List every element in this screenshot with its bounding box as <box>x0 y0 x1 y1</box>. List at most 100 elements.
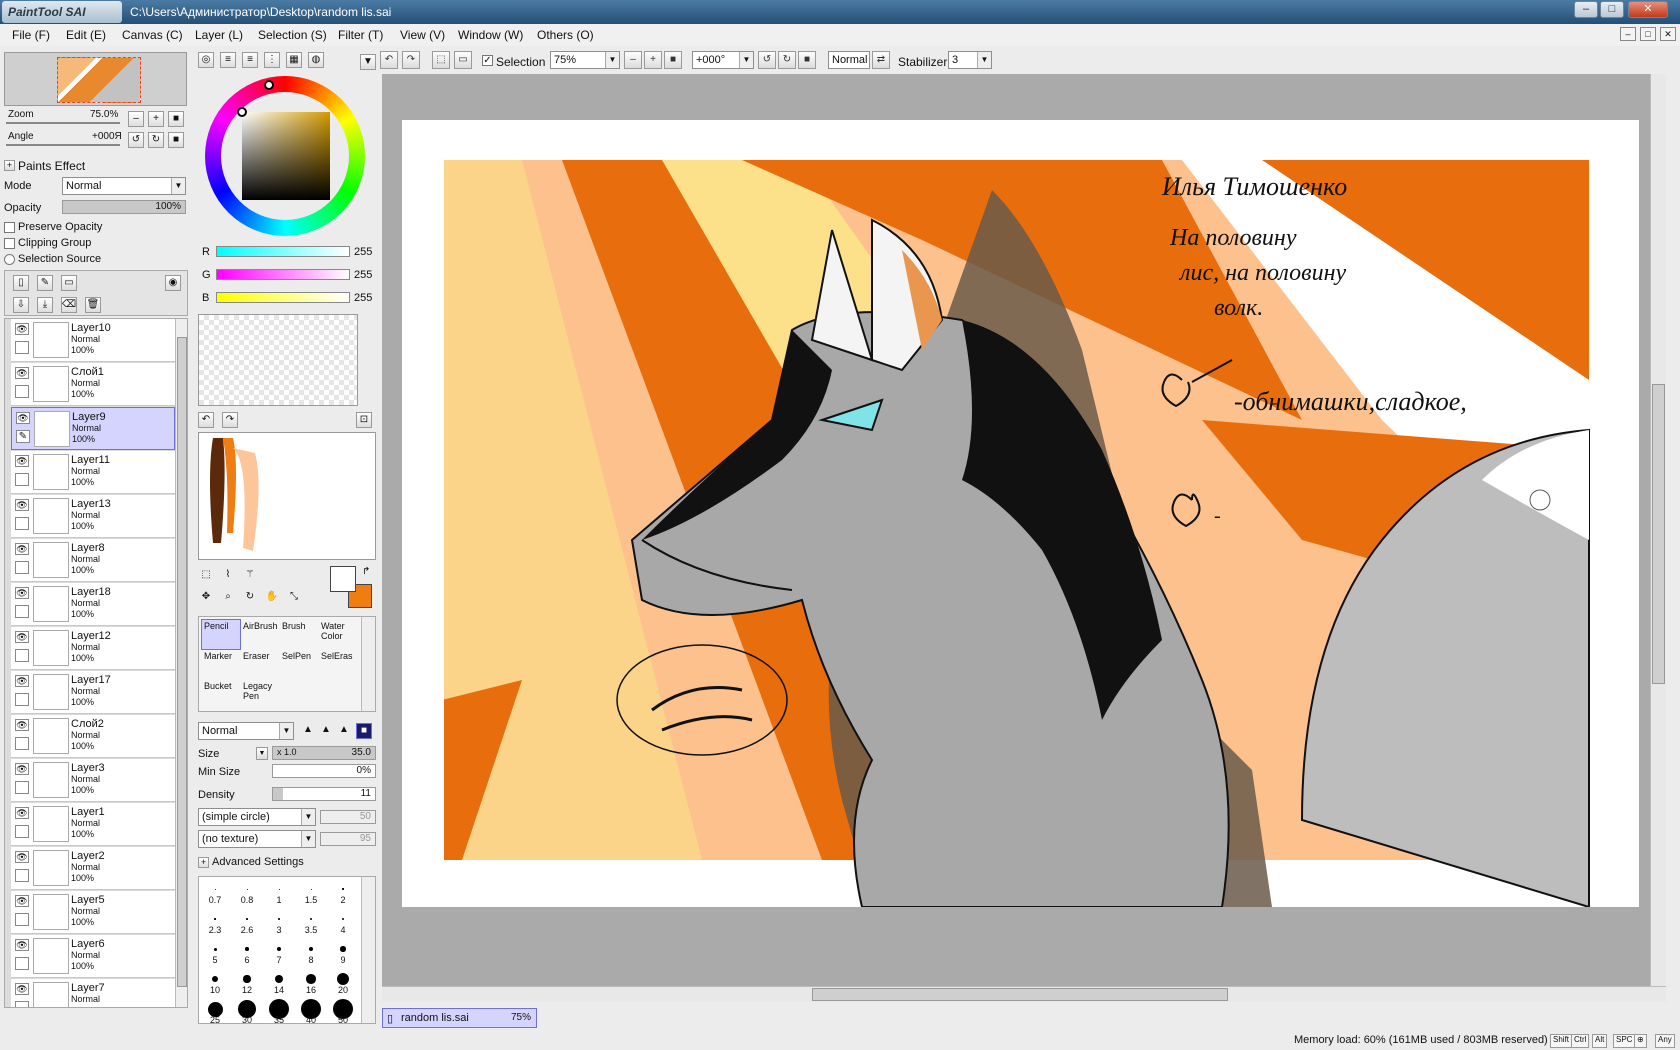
layer-mask-icon[interactable]: ◉ <box>165 275 181 291</box>
tool-eraser[interactable]: Eraser <box>240 649 280 680</box>
g-slider[interactable] <box>216 269 350 280</box>
layer-row[interactable]: 👁 Layer8 Normal 100% <box>11 539 175 582</box>
layer-lock-checkbox[interactable] <box>15 385 29 398</box>
new-folder-icon[interactable]: ▭ <box>61 275 77 291</box>
layer-row[interactable]: 👁 Layer6 Normal 100% <box>11 935 175 978</box>
brush-texture-select[interactable]: (no texture) ▼ <box>198 830 316 848</box>
vertical-scroll-thumb[interactable] <box>1652 384 1665 684</box>
layer-row[interactable]: 👁 Layer13 Normal 100% <box>11 495 175 538</box>
layer-row[interactable]: 👁 Layer18 Normal 100% <box>11 583 175 626</box>
eye-icon[interactable]: 👁 <box>15 939 29 951</box>
eye-icon[interactable]: 👁 <box>15 543 29 555</box>
zoom-in-button[interactable]: + <box>644 51 662 69</box>
brush-size-preset[interactable]: 2.6 <box>231 907 263 937</box>
angle-slider[interactable] <box>6 144 120 146</box>
brush-size-preset[interactable]: 14 <box>263 967 295 997</box>
hand-icon[interactable]: ✋ <box>264 590 280 606</box>
horizontal-scroll-thumb[interactable] <box>812 988 1228 1001</box>
tip-shape-4-icon[interactable]: ■ <box>356 723 372 739</box>
grid-tab[interactable]: ▦ <box>286 52 302 68</box>
brush-size-preset[interactable]: 8 <box>295 937 327 967</box>
doc-restore-button[interactable]: □ <box>1640 27 1656 41</box>
menu-others[interactable]: Others (O) <box>537 28 594 42</box>
zoom-tool-icon[interactable]: ⌕ <box>220 590 236 606</box>
maximize-button[interactable]: □ <box>1600 1 1624 18</box>
brush-size-preset[interactable]: 20 <box>327 967 359 997</box>
eye-icon[interactable]: 👁 <box>16 412 30 424</box>
hue-cursor[interactable] <box>264 80 274 90</box>
tool-airbrush[interactable]: AirBrush <box>240 619 280 650</box>
swatches-tab[interactable]: ⋮ <box>264 52 280 68</box>
layer-scroll-thumb[interactable] <box>177 337 187 987</box>
layer-row[interactable]: 👁 Layer5 Normal 100% <box>11 891 175 934</box>
layer-lock-checkbox[interactable] <box>15 869 29 882</box>
rect-select-icon[interactable]: ⬚ <box>198 568 214 584</box>
pencil-icon[interactable]: ✎ <box>16 430 30 443</box>
eye-icon[interactable]: 👁 <box>15 851 29 863</box>
size-scrollbar[interactable] <box>361 877 375 1023</box>
lasso-icon[interactable]: ⌇ <box>220 568 236 584</box>
color-wheel-tab[interactable]: ◎ <box>198 52 214 68</box>
eye-icon[interactable]: 👁 <box>15 807 29 819</box>
merge-down-icon[interactable]: ⤓ <box>37 297 53 313</box>
brush-size-preset[interactable]: 16 <box>295 967 327 997</box>
scratch-clear-icon[interactable]: ⊡ <box>356 412 372 428</box>
canvas-paper[interactable]: Илья Тимошенко На половину лис, на полов… <box>402 120 1639 909</box>
saturation-value-square[interactable] <box>242 112 330 200</box>
transfer-down-icon[interactable]: ⇩ <box>13 297 29 313</box>
brush-size-preset[interactable]: 1.5 <box>295 877 327 907</box>
invert-selection-button[interactable]: ▭ <box>454 51 472 69</box>
new-linework-layer-icon[interactable]: ✎ <box>37 275 53 291</box>
tip-shape-3-icon[interactable]: ▲ <box>336 723 352 739</box>
vertical-scrollbar[interactable] <box>1650 74 1666 986</box>
brush-size-preset[interactable]: 50 <box>327 997 359 1023</box>
layer-row[interactable]: 👁 Layer17 Normal 100% <box>11 671 175 714</box>
selection-source-radio[interactable] <box>4 254 15 265</box>
brush-size-preset[interactable]: 35 <box>263 997 295 1023</box>
scratchpad[interactable] <box>198 432 376 560</box>
scratch-undo-icon[interactable]: ↶ <box>198 412 214 428</box>
blend-mode-select[interactable]: Normal <box>828 51 870 69</box>
nav-rotate-cw-button[interactable]: ↻ <box>148 132 164 148</box>
density-slider[interactable]: 11 <box>272 787 376 801</box>
brush-size-preset[interactable]: 10 <box>199 967 231 997</box>
menu-file[interactable]: File (F) <box>12 28 50 42</box>
eye-icon[interactable]: 👁 <box>15 719 29 731</box>
eye-icon[interactable]: 👁 <box>15 587 29 599</box>
tool-legacy-pen[interactable]: Legacy Pen <box>240 679 280 710</box>
layer-lock-checkbox[interactable] <box>15 341 29 354</box>
rgb-slider-tab[interactable]: ≡ <box>220 52 236 68</box>
brush-size-preset[interactable]: 0.7 <box>199 877 231 907</box>
layer-mode-select[interactable]: Normal ▼ <box>62 177 186 195</box>
layer-lock-checkbox[interactable] <box>15 781 29 794</box>
tool-marker[interactable]: Marker <box>201 649 241 680</box>
layer-lock-checkbox[interactable] <box>15 1001 29 1007</box>
expand-icon[interactable]: + <box>4 160 15 171</box>
foreground-color-swatch[interactable] <box>330 566 356 592</box>
b-slider[interactable] <box>216 292 350 303</box>
doc-close-button[interactable]: ✕ <box>1660 27 1676 41</box>
tool-scrollbar[interactable] <box>361 617 375 711</box>
menu-canvas[interactable]: Canvas (C) <box>122 28 183 42</box>
tool-seleras[interactable]: SelEras <box>318 649 358 680</box>
nav-rotate-reset-button[interactable]: ■ <box>168 132 184 148</box>
sv-cursor[interactable] <box>237 107 247 117</box>
rotate-tool-icon[interactable]: ↻ <box>242 590 258 606</box>
paints-effect-header[interactable]: Paints Effect <box>18 159 85 173</box>
clear-layer-icon[interactable]: ⌫ <box>61 297 77 313</box>
eyedropper-icon[interactable]: ⤡ <box>286 590 302 606</box>
brush-size-preset[interactable]: 4 <box>327 907 359 937</box>
brush-size-preset[interactable]: 2 <box>327 877 359 907</box>
brush-size-preset[interactable]: 3 <box>263 907 295 937</box>
layer-row[interactable]: 👁 Layer10 Normal 100% <box>11 319 175 362</box>
layer-scrollbar[interactable] <box>175 319 187 1007</box>
layer-row[interactable]: 👁 Слой1 Normal 100% <box>11 363 175 406</box>
brush-size-preset[interactable]: 0.8 <box>231 877 263 907</box>
zoom-out-button[interactable]: – <box>624 51 642 69</box>
tool-water-color[interactable]: Water Color <box>318 619 358 650</box>
layer-row[interactable]: 👁 Layer12 Normal 100% <box>11 627 175 670</box>
menu-selection[interactable]: Selection (S) <box>258 28 327 42</box>
layer-lock-checkbox[interactable] <box>15 473 29 486</box>
eye-icon[interactable]: 👁 <box>15 895 29 907</box>
brush-size-preset[interactable]: 6 <box>231 937 263 967</box>
